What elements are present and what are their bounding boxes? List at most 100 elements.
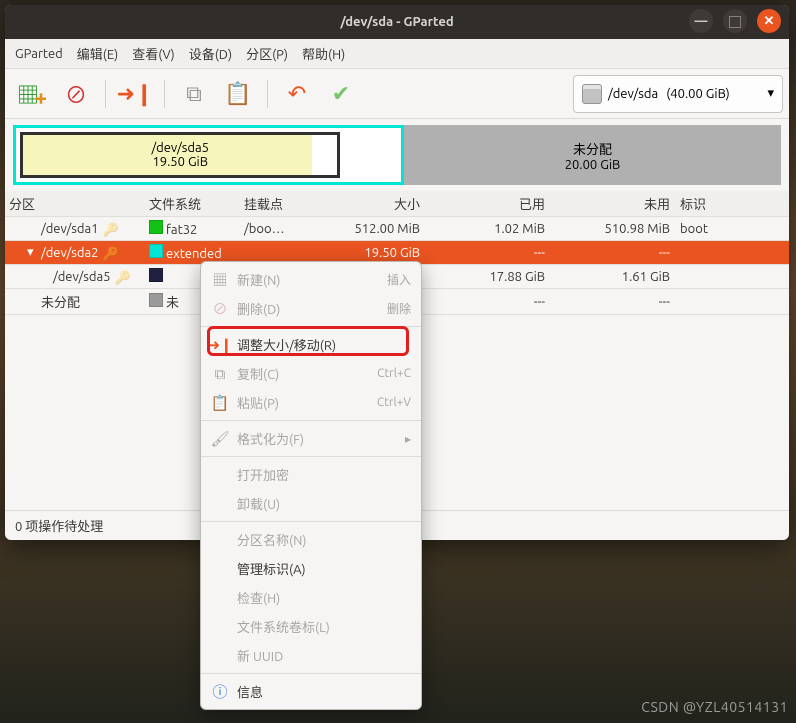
no-entry-icon: ⊘ — [65, 78, 87, 110]
map-unalloc-size: 20.00 GiB — [565, 158, 621, 172]
cell-used: --- — [430, 246, 555, 260]
resize-icon: ➜❙ — [211, 336, 229, 354]
resize-move-button[interactable]: ➜❙ — [114, 74, 156, 114]
new-partition-button[interactable]: ▦✚ — [11, 74, 53, 114]
titlebar: /dev/sda - GParted — ▢ ✕ — [5, 5, 789, 39]
col-mount[interactable]: 挂载点 — [244, 194, 310, 213]
col-unused[interactable]: 未用 — [555, 194, 680, 213]
ctx-delete: ⊘ 删除(D) 删除 — [201, 294, 421, 323]
ctx-format: 🖌 格式化为(F) ▸ — [201, 424, 421, 453]
cell-partition: 未分配 — [9, 292, 149, 311]
partition-map[interactable]: /dev/sda5 19.50 GiB 未分配 20.00 GiB — [13, 125, 781, 185]
menu-partition[interactable]: 分区(P) — [246, 44, 288, 63]
map-sda5-name: /dev/sda5 — [151, 141, 209, 155]
context-menu: ▦ 新建(N) 插入 ⊘ 删除(D) 删除 ➜❙ 调整大小/移动(R) ⧉ 复制… — [200, 261, 422, 710]
map-unallocated[interactable]: 未分配 20.00 GiB — [404, 125, 781, 185]
toolbar: ▦✚ ⊘ ➜❙ ⧉ 📋 ↶ ✔ /dev/sda (40.00 GiB) ▾ — [5, 69, 789, 119]
cell-partition: /dev/sda5🔑 — [9, 270, 149, 284]
col-partition[interactable]: 分区 — [9, 194, 149, 213]
ctx-manage[interactable]: 管理标识(A) — [201, 554, 421, 583]
ctx-label-label: 文件系统卷标(L) — [237, 617, 330, 636]
menu-separator — [201, 456, 421, 457]
ctx-paste-label: 粘贴(P) — [237, 393, 279, 412]
ctx-name: 分区名称(N) — [201, 525, 421, 554]
fs-swatch — [149, 244, 163, 258]
map-sda5-size: 19.50 GiB — [152, 155, 208, 169]
ctx-new-shortcut: 插入 — [387, 271, 411, 288]
format-icon: 🖌 — [211, 430, 229, 448]
ctx-manage-label: 管理标识(A) — [237, 559, 306, 578]
no-entry-icon: ⊘ — [211, 300, 229, 318]
cell-filesystem: fat32 — [149, 220, 244, 237]
check-icon: ✔ — [332, 81, 350, 107]
map-extended[interactable]: /dev/sda5 19.50 GiB — [13, 125, 404, 185]
cell-used: 17.88 GiB — [430, 270, 555, 284]
cell-size: 19.50 GiB — [310, 246, 430, 260]
delete-partition-button[interactable]: ⊘ — [55, 74, 97, 114]
toolbar-separator — [105, 80, 106, 108]
paste-icon: 📋 — [224, 81, 251, 107]
ctx-unmount: 卸载(U) — [201, 489, 421, 518]
ctx-copy: ⧉ 复制(C) Ctrl+C — [201, 359, 421, 388]
ctx-uuid-label: 新 UUID — [237, 646, 283, 665]
cell-unused: 510.98 MiB — [555, 222, 680, 236]
menu-edit[interactable]: 编辑(E) — [77, 44, 118, 63]
copy-icon: ⧉ — [211, 365, 229, 383]
ctx-delete-shortcut: 删除 — [387, 300, 411, 317]
menu-help[interactable]: 帮助(H) — [302, 44, 345, 63]
col-flags[interactable]: 标识 — [680, 194, 760, 213]
col-filesystem[interactable]: 文件系统 — [149, 194, 244, 213]
cell-partition: ▾/dev/sda2🔑 — [9, 245, 149, 260]
menu-gparted[interactable]: GParted — [15, 47, 63, 61]
map-sda5[interactable]: /dev/sda5 19.50 GiB — [20, 132, 340, 178]
table-row[interactable]: /dev/sda1🔑 fat32/boo…512.00 MiB1.02 MiB5… — [5, 217, 789, 241]
menu-separator — [201, 420, 421, 421]
ctx-resize[interactable]: ➜❙ 调整大小/移动(R) — [201, 330, 421, 359]
ctx-check-label: 检查(H) — [237, 588, 280, 607]
toolbar-separator — [267, 80, 268, 108]
ctx-unmount-label: 卸载(U) — [237, 494, 280, 513]
menubar: GParted 编辑(E) 查看(V) 设备(D) 分区(P) 帮助(H) — [5, 39, 789, 69]
minimize-button[interactable]: — — [689, 9, 713, 33]
col-used[interactable]: 已用 — [430, 194, 555, 213]
cell-unused: 1.61 GiB — [555, 270, 680, 284]
undo-button[interactable]: ↶ — [276, 74, 318, 114]
window-controls: — ▢ ✕ — [689, 9, 781, 33]
ctx-format-label: 格式化为(F) — [237, 429, 304, 448]
cell-used: --- — [430, 295, 555, 309]
window-title: /dev/sda - GParted — [340, 15, 453, 29]
cell-unused: --- — [555, 246, 680, 260]
ctx-check: 检查(H) — [201, 583, 421, 612]
menu-separator — [201, 673, 421, 674]
toolbar-separator — [164, 80, 165, 108]
ctx-delete-label: 删除(D) — [237, 299, 280, 318]
close-button[interactable]: ✕ — [757, 9, 781, 33]
device-size: (40.00 GiB) — [666, 87, 730, 101]
cell-mount: /boo… — [244, 222, 310, 236]
col-size[interactable]: 大小 — [310, 194, 430, 213]
maximize-button[interactable]: ▢ — [723, 9, 747, 33]
paste-button[interactable]: 📋 — [217, 74, 259, 114]
map-unalloc-label: 未分配 — [573, 139, 612, 158]
ctx-info[interactable]: ⓘ 信息 — [201, 677, 421, 706]
table-header: 分区 文件系统 挂载点 大小 已用 未用 标识 — [5, 191, 789, 217]
copy-button[interactable]: ⧉ — [173, 74, 215, 114]
fs-swatch — [149, 268, 163, 282]
ctx-label: 文件系统卷标(L) — [201, 612, 421, 641]
device-selector[interactable]: /dev/sda (40.00 GiB) ▾ — [573, 75, 783, 113]
menu-device[interactable]: 设备(D) — [189, 44, 232, 63]
cell-flags: boot — [680, 222, 760, 236]
document-new-icon: ▦ — [211, 271, 229, 289]
apply-button[interactable]: ✔ — [320, 74, 362, 114]
cell-used: 1.02 MiB — [430, 222, 555, 236]
fs-swatch — [149, 220, 163, 234]
ctx-name-label: 分区名称(N) — [237, 530, 306, 549]
info-icon: ⓘ — [211, 683, 229, 701]
key-icon: 🔑 — [103, 247, 119, 259]
cell-unused: --- — [555, 295, 680, 309]
resize-icon: ➜❙ — [117, 81, 154, 107]
ctx-new-label: 新建(N) — [237, 270, 280, 289]
key-icon: 🔑 — [103, 223, 119, 235]
menu-view[interactable]: 查看(V) — [132, 44, 174, 63]
device-name: /dev/sda — [608, 87, 658, 101]
